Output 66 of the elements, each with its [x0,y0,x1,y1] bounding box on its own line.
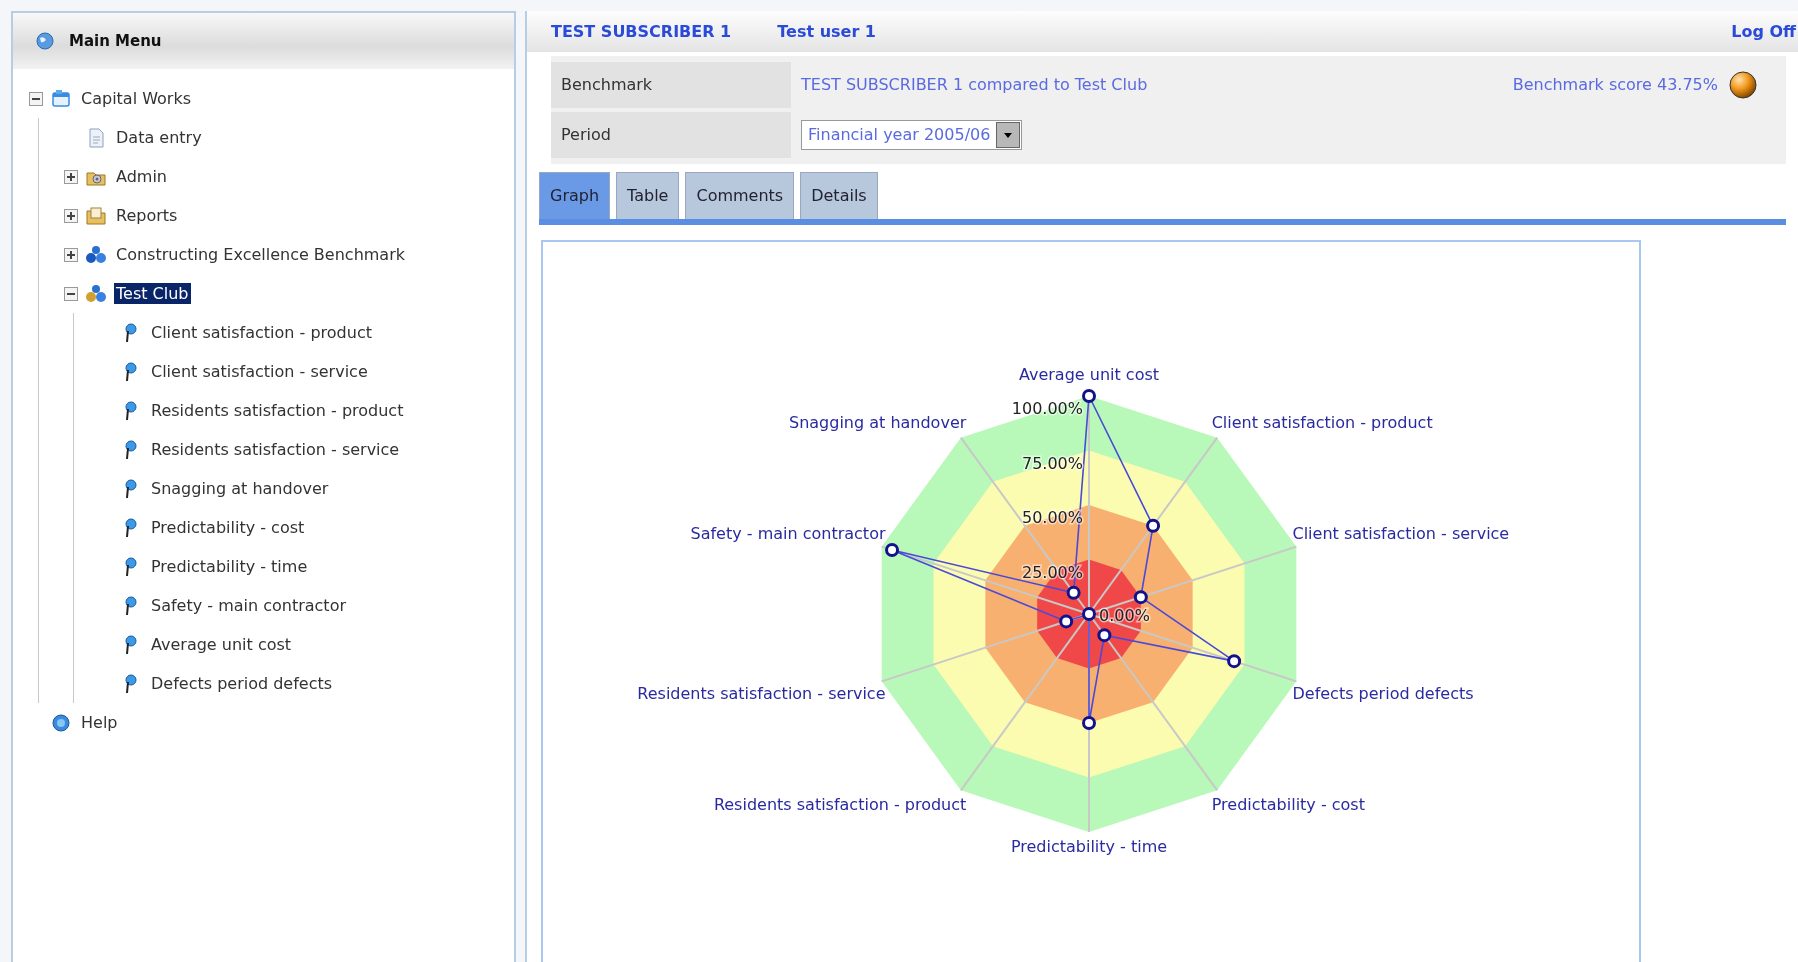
period-label: Period [551,111,791,158]
period-dropdown[interactable]: Financial year 2005/06 [801,119,1023,150]
tree-item[interactable]: Defects period defects [149,673,335,694]
user-name: Test user 1 [777,21,876,41]
status-ball-icon [1728,69,1758,100]
folder-icon [86,205,106,226]
collapse-toggle[interactable] [64,286,78,301]
axis-label: Snagging at handover [788,413,967,433]
app-window-icon [51,88,71,109]
data-point [1133,590,1148,605]
tree-item[interactable]: Residents satisfaction - service [149,439,402,460]
benchmark-label: Benchmark [551,61,791,108]
tab[interactable]: Graph [539,171,611,219]
tree-item[interactable]: Safety - main contractor [149,595,348,616]
axis-label: Predictability - time [1010,837,1168,857]
axis-label: Safety - main contractor [690,524,886,544]
tree-item[interactable]: Constructing Excellence Benchmark [114,244,407,265]
data-point [1066,585,1081,600]
expand-toggle[interactable] [64,247,78,262]
data-point [1097,628,1112,643]
axis-label: Defects period defects [1292,683,1474,703]
tree-item[interactable]: Help [79,712,120,733]
tree-item[interactable]: Client satisfaction - product [149,322,374,343]
subscriber-name: TEST SUBSCRIBER 1 [551,21,732,41]
data-point [1082,716,1096,730]
log-off-link[interactable]: Log Off [1731,21,1796,41]
axis-label: Predictability - cost [1211,794,1365,814]
tree-item[interactable]: Average unit cost [149,634,294,655]
axis-label: Client satisfaction - service [1292,524,1510,544]
help-icon [51,712,71,733]
data-point [885,543,900,557]
tree-item[interactable]: Reports [114,205,180,226]
expand-toggle[interactable] [64,169,78,184]
tree-item[interactable]: Client satisfaction - service [149,361,370,382]
tree-item[interactable]: Snagging at handover [149,478,331,499]
collapse-toggle[interactable] [29,91,43,106]
axis-label: Residents satisfaction - product [713,794,967,814]
tree-item[interactable]: Predictability - time [149,556,310,577]
tree-item[interactable]: Admin [114,166,169,187]
tab[interactable]: Details [800,171,878,219]
document-icon [86,127,106,148]
tab[interactable]: Table [616,171,680,219]
globe-icon [35,31,55,51]
people-icon [86,244,106,265]
benchmark-score: Benchmark score 43.75% [1512,75,1718,95]
axis-tick-label: 75.00% [1022,453,1083,473]
data-point [1146,518,1161,533]
axis-label: Average unit cost [1018,364,1160,384]
axis-label: Residents satisfaction - service [637,683,886,703]
data-point [1227,654,1242,669]
axis-tick-label: 0.00% [1099,606,1150,625]
benchmark-value: TEST SUBSCRIBER 1 compared to Test Club [801,75,1148,95]
tree-item[interactable]: Capital Works [79,88,194,109]
axis-label: Client satisfaction - product [1211,413,1433,433]
tree-item[interactable]: Data entry [114,127,204,148]
tab[interactable]: Comments [685,171,795,219]
tree-item[interactable]: Residents satisfaction - product [149,400,406,421]
data-point [1059,614,1074,629]
data-point [1082,607,1096,621]
people-icon [86,283,106,304]
expand-toggle[interactable] [64,208,78,223]
data-point [1082,389,1096,403]
axis-tick-label: 100.00% [1011,399,1083,418]
menu-title: Main Menu [69,32,162,50]
tree-item[interactable]: Predictability - cost [149,517,307,538]
tree-item[interactable]: Test Club [114,283,191,304]
